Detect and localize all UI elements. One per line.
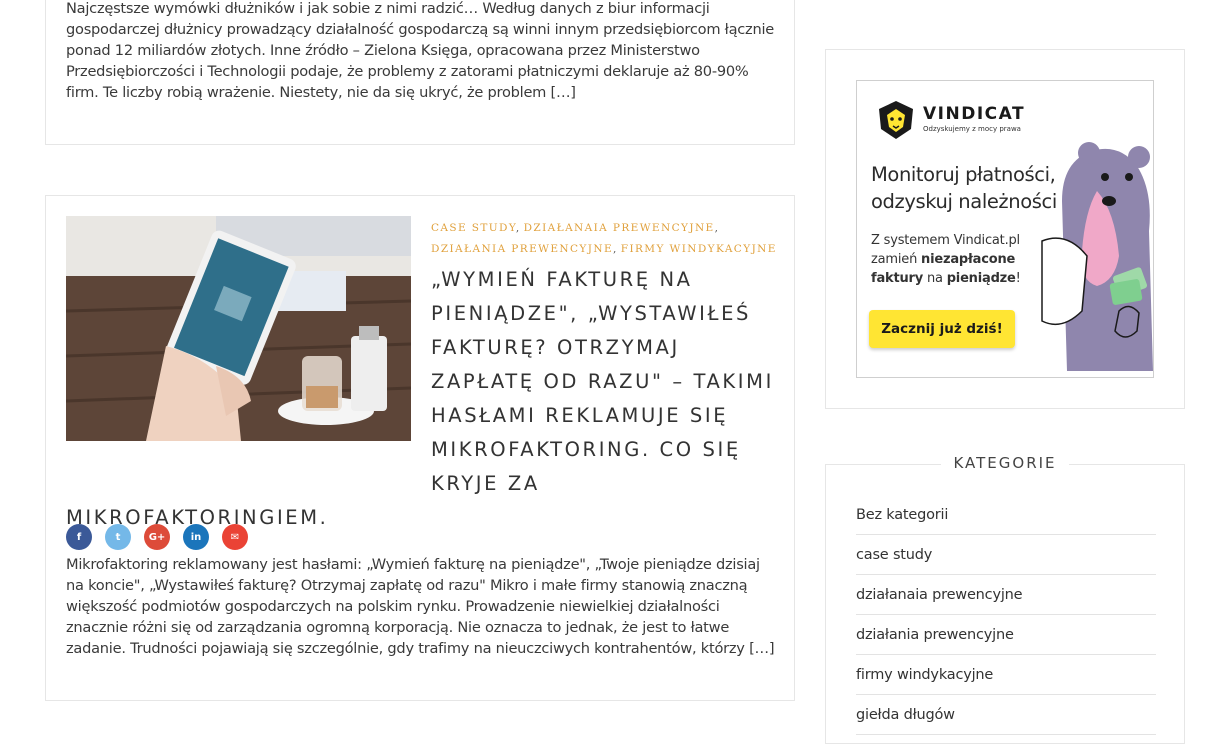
ad-body-text: zamień <box>871 252 922 267</box>
share-buttons: f t G+ in ✉ <box>66 524 248 550</box>
post-categories: Case study, Działanaia prewencyjne, Dział… <box>431 222 777 255</box>
vindicat-ad-banner[interactable]: VINDICAT Odzyskujemy z mocy prawa Monito… <box>856 80 1154 378</box>
ad-body-line: Z systemem Vindicat.pl <box>871 233 1020 248</box>
ad-body-bold: faktury <box>871 271 924 286</box>
post-card: Case study, Działanaia prewencyjne, Dział… <box>45 195 795 701</box>
categories-heading-text: KATEGORIE <box>941 454 1069 472</box>
category-item[interactable]: działania prewencyjne <box>856 615 1156 655</box>
categories-list: Bez kategorii case study działanaia prew… <box>856 495 1156 735</box>
category-item[interactable]: firmy windykacyjne <box>856 655 1156 695</box>
ad-headline-line1: Monitoruj płatności, <box>871 163 1056 186</box>
category-item[interactable]: działanaia prewencyjne <box>856 575 1156 615</box>
ad-body-text: ! <box>1015 271 1021 286</box>
post-excerpt: Najczęstsze wymówki dłużników i jak sobi… <box>66 0 774 101</box>
sidebar-ad-widget: VINDICAT Odzyskujemy z mocy prawa Monito… <box>825 49 1185 409</box>
ad-cta-button[interactable]: Zacznij już dziś! <box>869 310 1015 348</box>
category-item[interactable]: Bez kategorii <box>856 495 1156 535</box>
google-plus-icon[interactable]: G+ <box>144 524 170 550</box>
post-title[interactable]: „Wymień fakturę na pieniądze", „Wystawił… <box>66 263 781 535</box>
ad-brand: VINDICAT <box>923 104 1026 124</box>
ad-body: Z systemem Vindicat.pl zamień niezapłaco… <box>871 231 1021 288</box>
ad-body-text: na <box>923 271 947 286</box>
ad-body-bold: niezapłacone <box>921 252 1016 267</box>
category-item[interactable]: giełda długów <box>856 695 1156 735</box>
category-link[interactable]: Firmy windykacyjne <box>621 243 777 255</box>
post-excerpt: Mikrofaktoring reklamowany jest hasłami:… <box>66 556 775 657</box>
categories-heading: KATEGORIE <box>826 454 1184 472</box>
ad-headline-line2: odzyskuj należności <box>871 190 1057 213</box>
category-link[interactable]: Case study <box>431 222 516 234</box>
twitter-icon[interactable]: t <box>105 524 131 550</box>
category-item[interactable]: case study <box>856 535 1156 575</box>
facebook-icon[interactable]: f <box>66 524 92 550</box>
email-icon[interactable]: ✉ <box>222 524 248 550</box>
lion-logo-icon <box>875 99 917 141</box>
post-card: Najczęstsze wymówki dłużników i jak sobi… <box>45 0 795 145</box>
linkedin-icon[interactable]: in <box>183 524 209 550</box>
categories-widget: KATEGORIE Bez kategorii case study dział… <box>825 454 1185 744</box>
ad-body-line: zamień niezapłacone <box>871 250 1021 269</box>
ad-body-line: faktury na pieniądze! <box>871 269 1021 288</box>
ad-tagline: Odzyskujemy z mocy prawa <box>923 125 1021 133</box>
category-link[interactable]: Działania prewencyjne <box>431 243 613 255</box>
ad-body-bold: pieniądze <box>946 271 1016 286</box>
category-link[interactable]: Działanaia prewencyjne <box>524 222 715 234</box>
